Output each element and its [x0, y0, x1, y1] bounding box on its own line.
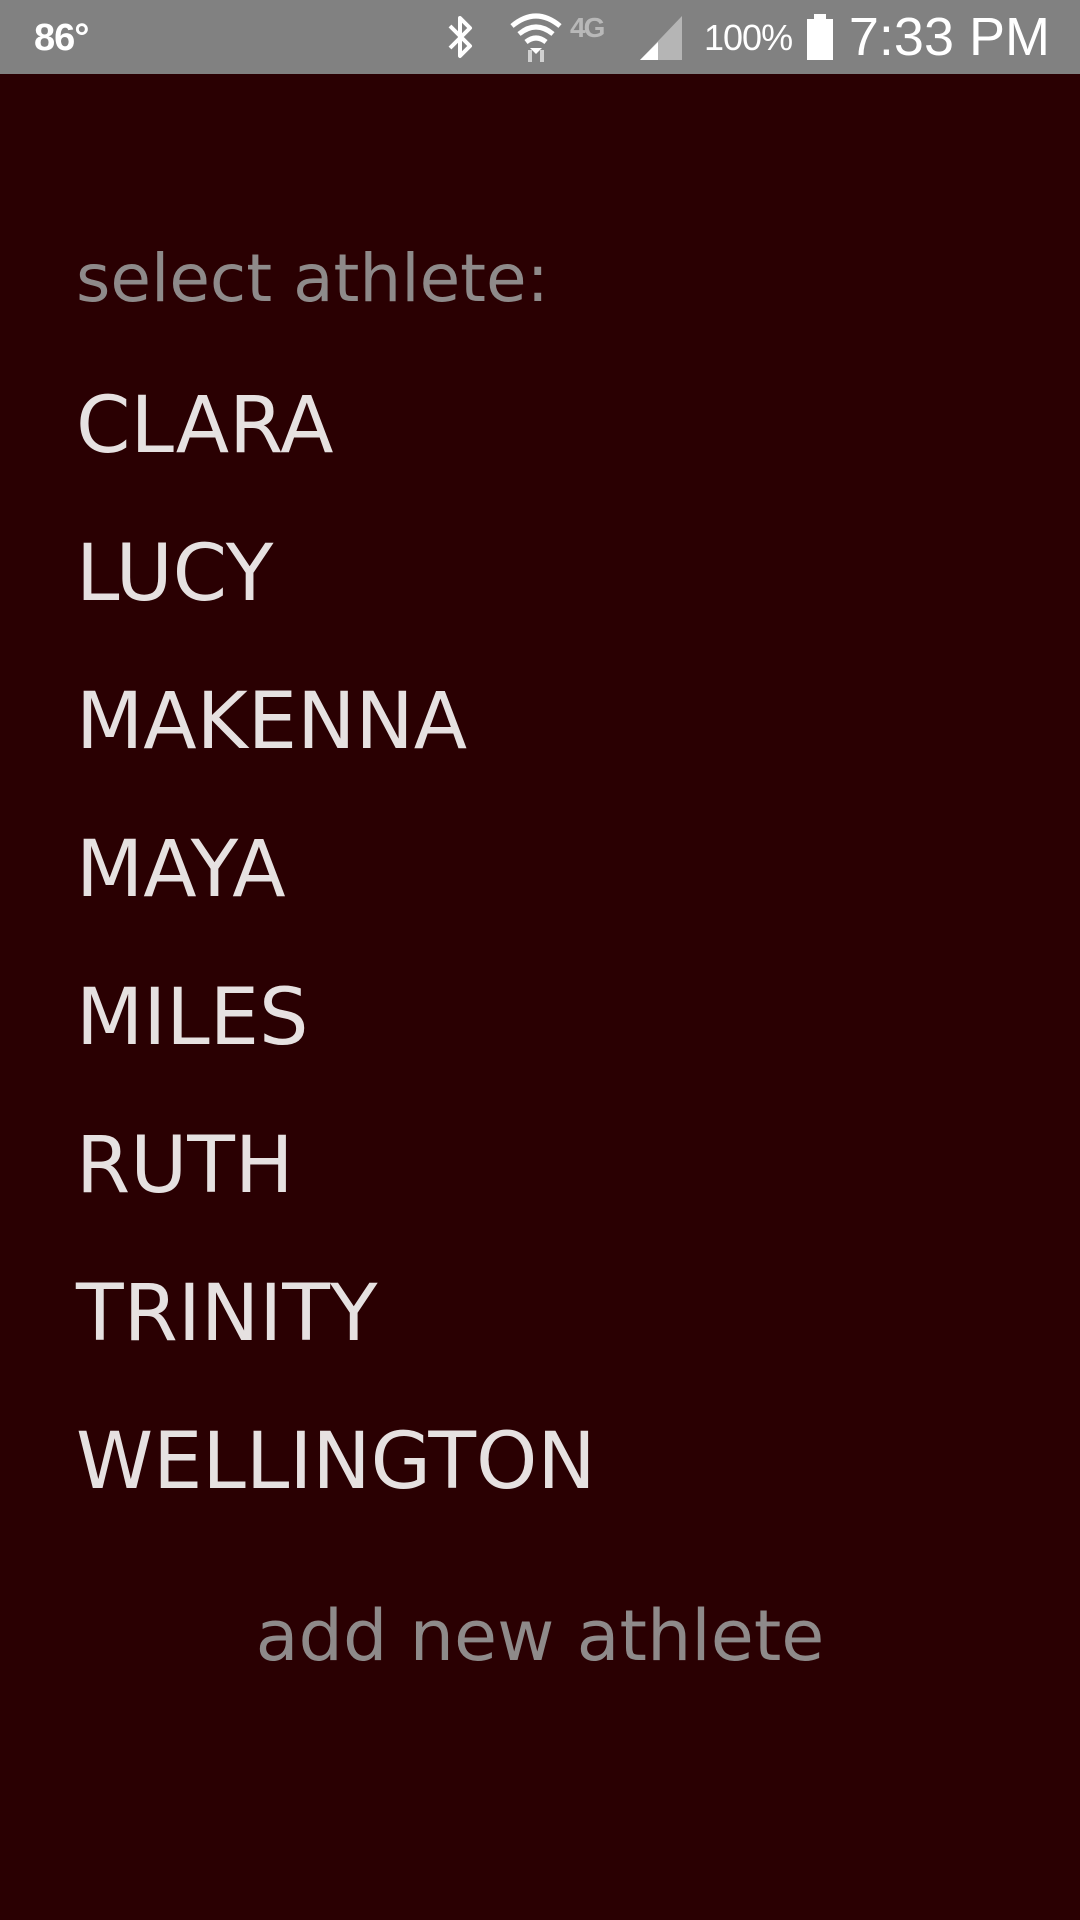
athlete-item-maya[interactable]: MAYA: [76, 820, 596, 968]
athlete-select-screen: select athlete: CLARA LUCY MAKENNA MAYA …: [0, 74, 1080, 1920]
athlete-list: CLARA LUCY MAKENNA MAYA MILES RUTH TRINI…: [76, 376, 596, 1560]
athlete-item-lucy[interactable]: LUCY: [76, 524, 596, 672]
add-new-athlete-button[interactable]: add new athlete: [0, 1586, 1080, 1686]
athlete-item-trinity[interactable]: TRINITY: [76, 1264, 596, 1412]
lte-icon: 4G: [570, 12, 605, 43]
temperature-indicator: 86°: [34, 17, 89, 59]
bluetooth-icon: [448, 16, 472, 58]
select-athlete-heading: select athlete:: [76, 240, 549, 317]
signal-icon: [640, 16, 682, 60]
athlete-item-wellington[interactable]: WELLINGTON: [76, 1412, 596, 1560]
athlete-item-clara[interactable]: CLARA: [76, 376, 596, 524]
battery-percent: 100%: [704, 17, 793, 58]
athlete-item-makenna[interactable]: MAKENNA: [76, 672, 596, 820]
athlete-item-ruth[interactable]: RUTH: [76, 1116, 596, 1264]
athlete-item-miles[interactable]: MILES: [76, 968, 596, 1116]
status-bar: 86° 4G 100% 7:33 PM: [0, 0, 1080, 74]
clock: 7:33 PM: [848, 7, 1050, 67]
battery-icon: [807, 14, 833, 60]
wifi-icon: [510, 13, 562, 62]
